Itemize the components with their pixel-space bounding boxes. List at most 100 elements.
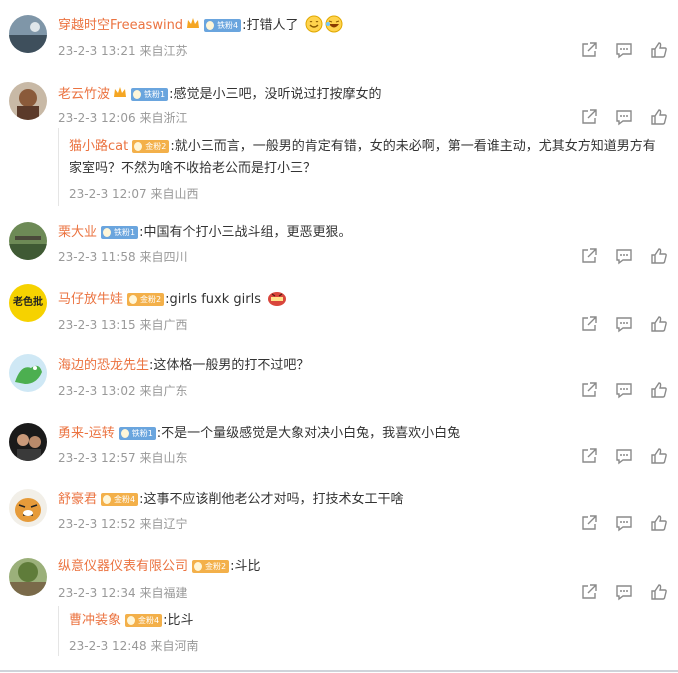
like-icon[interactable]	[650, 41, 668, 59]
comment-text: :这体格一般男的打不过吧？	[149, 358, 310, 373]
comment-icon[interactable]	[615, 247, 633, 265]
comment-item: 老云竹波 铁粉1:感觉是小三吧，没听说过打按摩女的 23-2-3 12:06 来自…	[0, 68, 678, 208]
fan-badge[interactable]: 金粉4	[101, 493, 139, 506]
like-icon[interactable]	[650, 108, 668, 126]
fan-badge[interactable]: 铁粉1	[101, 226, 139, 239]
avatar[interactable]	[9, 354, 47, 392]
reply-list: 曹冲装象 金粉4:比斗 23-2-3 12:48 来自河南	[58, 606, 678, 656]
like-icon[interactable]	[650, 381, 668, 399]
avatar[interactable]	[9, 222, 47, 260]
comment-location: 来自广西	[139, 318, 188, 332]
fan-badge[interactable]: 金粉4	[125, 614, 163, 627]
comment-text: :感觉是小三吧，没听说过打按摩女的	[169, 87, 382, 102]
comment-time: 23-2-3 12:06	[58, 111, 136, 125]
comment-text: :中国有个打小三战斗组，更恶更狠。	[139, 225, 352, 240]
comment-icon[interactable]	[615, 41, 633, 59]
reply-list: 猫小路cat 金粉2:就小三而言，一般男的肯定有错，女的未必啊，第一看谁主动，尤其…	[58, 128, 678, 206]
avatar-label: 老色批	[13, 297, 43, 308]
comment-actions	[580, 247, 670, 267]
share-icon[interactable]	[580, 247, 598, 265]
username-link[interactable]: 穿越时空Freeaswind	[58, 18, 183, 33]
share-icon[interactable]	[580, 108, 598, 126]
username-link[interactable]: 纵意仪器仪表有限公司	[58, 559, 188, 574]
comment-actions	[580, 514, 670, 534]
comment-location: 来自四川	[139, 250, 188, 264]
like-icon[interactable]	[650, 315, 668, 333]
username-link[interactable]: 勇来-运转	[58, 426, 115, 441]
fan-crown-icon	[113, 86, 127, 99]
comment-actions	[580, 108, 670, 128]
comment-time: 23-2-3 12:07	[69, 187, 147, 201]
like-icon[interactable]	[650, 247, 668, 265]
avatar[interactable]	[9, 489, 47, 527]
username-link[interactable]: 栗大业	[58, 225, 97, 240]
comment-item: 海边的恐龙先生:这体格一般男的打不过吧？ 23-2-3 13:02 来自广东	[0, 344, 678, 410]
comment-time: 23-2-3 13:21	[58, 44, 136, 58]
comment-text: :打错人了	[242, 18, 299, 33]
like-icon[interactable]	[650, 447, 668, 465]
comment-item: 勇来-运转 铁粉1:不是一个量级感觉是大象对决小白兔，我喜欢小白兔 23-2-3 …	[0, 410, 678, 478]
username-link[interactable]: 猫小路cat	[69, 139, 128, 154]
comment-icon[interactable]	[615, 447, 633, 465]
comment-location: 来自辽宁	[139, 517, 188, 531]
share-icon[interactable]	[580, 514, 598, 532]
comment-location: 来自江苏	[139, 44, 188, 58]
share-icon[interactable]	[580, 381, 598, 399]
comment-item: 舒豪君 金粉4:这事不应该削他老公才对吗，打技术女工干啥 23-2-3 12:52…	[0, 478, 678, 546]
bottom-divider	[0, 670, 678, 672]
fan-badge[interactable]: 铁粉1	[131, 88, 169, 101]
like-icon[interactable]	[650, 583, 668, 601]
share-icon[interactable]	[580, 447, 598, 465]
comment-time: 23-2-3 12:34	[58, 586, 136, 600]
share-icon[interactable]	[580, 583, 598, 601]
comment-time: 23-2-3 13:02	[58, 384, 136, 398]
fan-badge[interactable]: 金粉2	[192, 560, 230, 573]
comment-time: 23-2-3 13:15	[58, 318, 136, 332]
username-link[interactable]: 曹冲装象	[69, 613, 121, 628]
comment-time: 23-2-3 12:48	[69, 639, 147, 653]
avatar[interactable]	[9, 15, 47, 53]
share-icon[interactable]	[580, 315, 598, 333]
comment-time: 23-2-3 11:58	[58, 250, 136, 264]
fan-badge[interactable]: 金粉2	[132, 140, 170, 153]
comment-actions	[580, 447, 670, 467]
comment-location: 来自河南	[150, 639, 199, 653]
comment-location: 来自福建	[139, 586, 188, 600]
avatar[interactable]	[9, 558, 47, 596]
avatar[interactable]	[9, 423, 47, 461]
comment-actions	[580, 41, 670, 61]
laugh-emoji-icon	[325, 15, 343, 33]
fan-badge[interactable]: 铁粉4	[204, 19, 242, 32]
comment-text: :girls fuxk girls	[165, 292, 261, 307]
reply-text: :比斗	[163, 613, 194, 628]
username-link[interactable]: 舒豪君	[58, 492, 97, 507]
fan-badge[interactable]: 铁粉1	[118, 427, 156, 440]
comment-text: :不是一个量级感觉是大象对决小白兔，我喜欢小白兔	[156, 426, 461, 441]
username-link[interactable]: 老云竹波	[58, 87, 110, 102]
share-icon[interactable]	[580, 41, 598, 59]
comment-actions	[580, 583, 670, 603]
avatar[interactable]: 老色批	[9, 284, 47, 322]
comment-item: 穿越时空Freeaswind 铁粉4:打错人了 23-2-3 13:21 来自江苏	[0, 0, 678, 68]
comment-text: :这事不应该削他老公才对吗，打技术女工干啥	[139, 492, 404, 507]
comment-icon[interactable]	[615, 315, 633, 333]
like-icon[interactable]	[650, 514, 668, 532]
comment-location: 来自广东	[139, 384, 188, 398]
angry-emoji-icon	[268, 292, 287, 306]
avatar[interactable]	[9, 82, 47, 120]
comment-icon[interactable]	[615, 583, 633, 601]
comment-location: 来自浙江	[139, 111, 188, 125]
fan-crown-icon	[186, 17, 200, 30]
comment-icon[interactable]	[615, 381, 633, 399]
comment-icon[interactable]	[615, 514, 633, 532]
username-link[interactable]: 马仔放牛娃	[58, 292, 123, 307]
comment-time: 23-2-3 12:57	[58, 451, 136, 465]
username-link[interactable]: 海边的恐龙先生	[58, 358, 149, 373]
fan-badge[interactable]: 金粉2	[127, 293, 165, 306]
smile-emoji-icon	[305, 15, 323, 33]
comment-item: 纵意仪器仪表有限公司 金粉2:斗比 23-2-3 12:34 来自福建 曹冲装象金…	[0, 546, 678, 668]
comment-time: 23-2-3 12:52	[58, 517, 136, 531]
comment-icon[interactable]	[615, 108, 633, 126]
comment-item: 老色批 马仔放牛娃 金粉2:girls fuxk girls 23-2-3 13:…	[0, 276, 678, 344]
comment-item: 栗大业 铁粉1:中国有个打小三战斗组，更恶更狠。 23-2-3 11:58 来自四…	[0, 208, 678, 276]
